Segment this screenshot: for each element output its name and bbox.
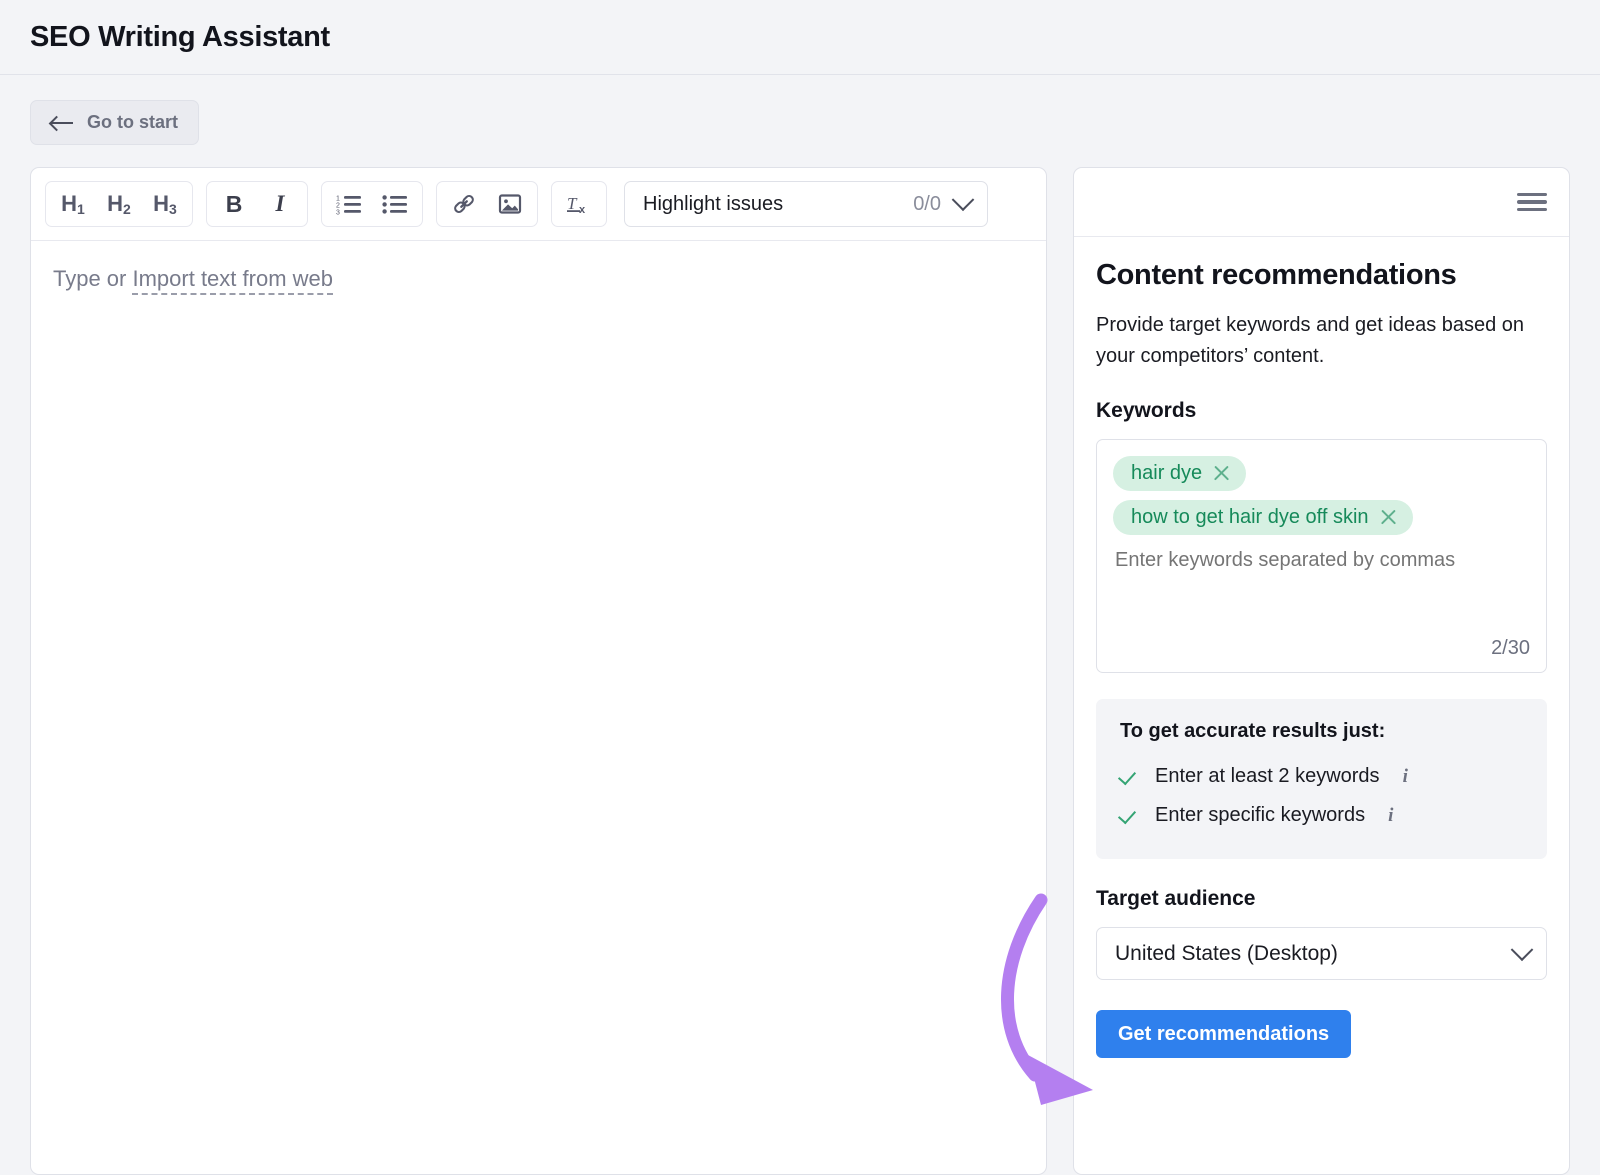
svg-text:3: 3 — [336, 210, 340, 216]
arrow-left-icon — [51, 115, 73, 131]
tip-item: Enter at least 2 keywords i — [1120, 757, 1523, 796]
italic-button[interactable]: I — [257, 185, 303, 223]
insert-image-button[interactable] — [487, 185, 533, 223]
svg-text:2: 2 — [336, 203, 340, 210]
ordered-list-button[interactable]: 1 2 3 — [326, 185, 372, 223]
info-icon[interactable]: i — [1388, 805, 1393, 827]
keyword-tag: hair dye — [1113, 456, 1246, 491]
svg-text:x: x — [579, 204, 586, 216]
accuracy-tips-box: To get accurate results just: Enter at l… — [1096, 699, 1547, 859]
svg-text:1: 1 — [336, 196, 340, 203]
bold-button[interactable]: B — [211, 185, 257, 223]
keyword-tag-list: hair dye how to get hair dye off skin — [1113, 456, 1530, 535]
close-icon[interactable] — [1213, 465, 1230, 482]
panel-description: Provide target keywords and get ideas ba… — [1096, 310, 1547, 372]
bullet-list-button[interactable] — [372, 185, 418, 223]
heading-1-button[interactable]: H1 — [50, 185, 96, 223]
editor-card: H1 H2 H3 B I — [30, 167, 1047, 1175]
highlight-issues-label: Highlight issues — [643, 193, 783, 216]
keyword-tag: how to get hair dye off skin — [1113, 500, 1413, 535]
keyword-tag-label: how to get hair dye off skin — [1131, 507, 1369, 527]
keywords-input[interactable] — [1113, 549, 1530, 572]
check-icon — [1120, 767, 1139, 786]
ordered-list-icon: 1 2 3 — [336, 193, 362, 215]
panel-topbar — [1074, 168, 1569, 237]
keywords-input-box[interactable]: hair dye how to get hair dye off skin 2/… — [1096, 439, 1547, 673]
panel-title: Content recommendations — [1096, 259, 1547, 292]
clear-formatting-icon: T x — [566, 192, 592, 216]
content-recommendations-panel: Content recommendations Provide target k… — [1073, 167, 1570, 1175]
get-recommendations-button[interactable]: Get recommendations — [1096, 1010, 1351, 1058]
subbar: Go to start — [0, 75, 1600, 145]
accuracy-tips-title: To get accurate results just: — [1120, 720, 1523, 743]
svg-text:T: T — [567, 194, 578, 213]
keywords-label: Keywords — [1096, 399, 1547, 423]
list-tool-group: 1 2 3 — [321, 181, 423, 227]
info-icon[interactable]: i — [1403, 766, 1408, 788]
target-audience-dropdown[interactable]: United States (Desktop) — [1096, 927, 1547, 980]
link-icon — [451, 191, 477, 217]
close-icon[interactable] — [1380, 509, 1397, 526]
hamburger-menu-icon[interactable] — [1517, 190, 1547, 214]
target-audience-label: Target audience — [1096, 887, 1547, 911]
chevron-down-icon — [1511, 938, 1534, 961]
app-header: SEO Writing Assistant — [0, 0, 1600, 75]
tip-item: Enter specific keywords i — [1120, 796, 1523, 835]
go-to-start-label: Go to start — [87, 112, 178, 133]
insert-tool-group — [436, 181, 538, 227]
highlight-issues-count: 0/0 — [913, 193, 941, 216]
keywords-counter: 2/30 — [1113, 625, 1530, 660]
editor-placeholder-prefix: Type or — [53, 266, 132, 291]
highlight-issues-dropdown[interactable]: Highlight issues 0/0 — [624, 181, 988, 227]
clear-tool-group: T x — [551, 181, 607, 227]
image-icon — [498, 192, 522, 216]
go-to-start-button[interactable]: Go to start — [30, 100, 199, 145]
main-content: H1 H2 H3 B I — [0, 145, 1600, 1175]
page-title: SEO Writing Assistant — [30, 21, 330, 54]
tip-label: Enter at least 2 keywords — [1155, 765, 1380, 788]
target-audience-value: United States (Desktop) — [1115, 942, 1338, 966]
heading-tool-group: H1 H2 H3 — [45, 181, 193, 227]
tip-label: Enter specific keywords — [1155, 804, 1365, 827]
keyword-tag-label: hair dye — [1131, 463, 1202, 483]
heading-2-button[interactable]: H2 — [96, 185, 142, 223]
import-text-from-web-link[interactable]: Import text from web — [132, 266, 333, 295]
chevron-down-icon — [952, 188, 975, 211]
editor-toolbar: H1 H2 H3 B I — [31, 168, 1046, 241]
clear-formatting-button[interactable]: T x — [556, 185, 602, 223]
panel-body: Content recommendations Provide target k… — [1074, 237, 1569, 1174]
editor-text-area[interactable]: Type or Import text from web — [31, 241, 1046, 1174]
bullet-list-icon — [382, 193, 408, 215]
check-icon — [1120, 806, 1139, 825]
insert-link-button[interactable] — [441, 185, 487, 223]
heading-3-button[interactable]: H3 — [142, 185, 188, 223]
format-tool-group: B I — [206, 181, 308, 227]
editor-placeholder: Type or Import text from web — [53, 265, 1024, 294]
